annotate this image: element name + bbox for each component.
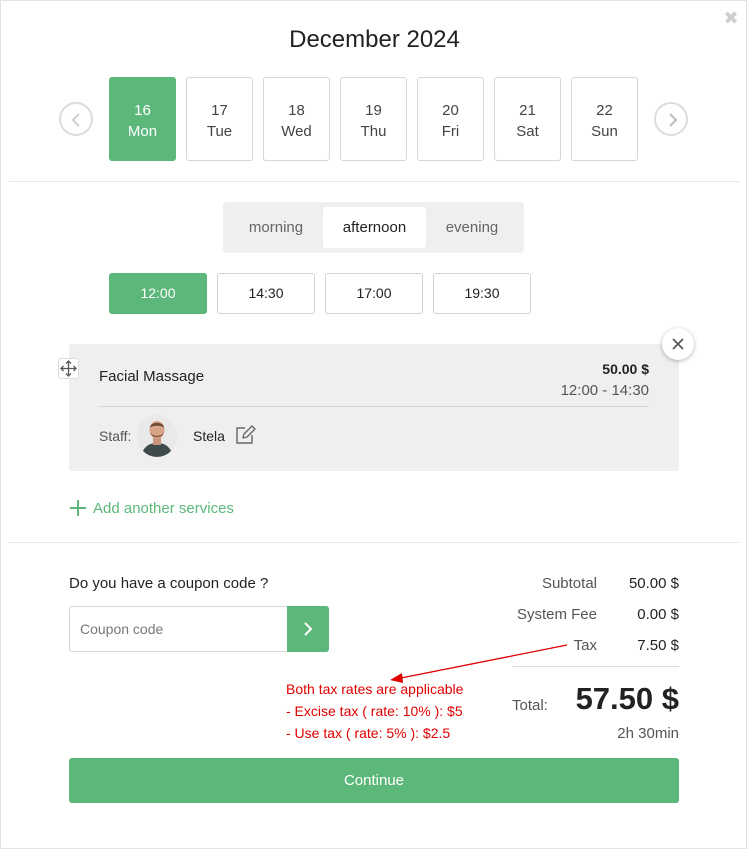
staff-label: Staff:	[99, 428, 132, 444]
move-icon[interactable]	[58, 358, 79, 379]
close-icon	[672, 338, 684, 350]
system-fee-value: 0.00 $	[637, 606, 679, 623]
day-21[interactable]: 21 Sat	[494, 77, 561, 161]
day-number: 17	[211, 102, 228, 119]
next-week-button[interactable]	[654, 102, 688, 136]
divider	[99, 406, 649, 407]
tax-note-line: Both tax rates are applicable	[286, 681, 464, 697]
tax-note-line: - Use tax ( rate: 5% ): $2.5	[286, 725, 451, 741]
total-value: 57.50 $	[575, 681, 679, 716]
time-slot-1200[interactable]: 12:00	[109, 273, 207, 314]
day-weekday: Fri	[441, 123, 460, 140]
month-title: December 2024	[289, 26, 460, 53]
tab-afternoon[interactable]: afternoon	[323, 207, 426, 248]
day-weekday: Sun	[591, 123, 618, 140]
service-price: 50.00 $	[602, 361, 649, 377]
divider	[9, 542, 740, 543]
day-16[interactable]: 16 Mon	[109, 77, 176, 161]
tax-value: 7.50 $	[637, 637, 679, 654]
day-22[interactable]: 22 Sun	[571, 77, 638, 161]
day-number: 22	[596, 102, 613, 119]
day-19[interactable]: 19 Thu	[340, 77, 407, 161]
day-number: 20	[442, 102, 459, 119]
close-icon[interactable]: ✖	[722, 9, 740, 27]
total-label: Total:	[512, 697, 548, 714]
divider	[512, 666, 679, 667]
coupon-input[interactable]	[69, 606, 288, 652]
chevron-right-icon	[669, 113, 678, 127]
day-number: 18	[288, 102, 305, 119]
tax-note-line: - Excise tax ( rate: 10% ): $5	[286, 703, 463, 719]
apply-coupon-button[interactable]	[287, 606, 329, 652]
edit-icon[interactable]	[234, 424, 256, 446]
duration: 2h 30min	[617, 725, 679, 742]
chevron-right-icon	[304, 622, 313, 636]
prev-week-button[interactable]	[59, 102, 93, 136]
add-service-link[interactable]: Add another services	[69, 497, 234, 519]
day-weekday: Thu	[360, 123, 387, 140]
staff-name: Stela	[193, 428, 225, 444]
chevron-left-icon	[71, 113, 80, 127]
avatar	[137, 415, 177, 457]
divider	[9, 181, 740, 182]
tab-evening[interactable]: evening	[427, 207, 517, 248]
day-17[interactable]: 17 Tue	[186, 77, 253, 161]
day-weekday: Wed	[281, 123, 312, 140]
day-20[interactable]: 20 Fri	[417, 77, 484, 161]
tab-morning[interactable]: morning	[230, 207, 322, 248]
subtotal-value: 50.00 $	[628, 575, 679, 592]
day-18[interactable]: 18 Wed	[263, 77, 330, 161]
continue-button[interactable]: Continue	[69, 758, 679, 803]
add-service-label: Add another services	[93, 499, 234, 517]
period-tabs: morning afternoon evening	[223, 202, 524, 253]
plus-icon	[70, 500, 86, 516]
service-time-range: 12:00 - 14:30	[560, 382, 649, 399]
day-weekday: Sat	[516, 123, 539, 140]
remove-service-button[interactable]	[662, 328, 694, 360]
service-name: Facial Massage	[99, 368, 205, 385]
booking-modal: ✖ December 2024 16 Mon 17 Tue 18 Wed 19 …	[0, 0, 747, 849]
day-number: 19	[365, 102, 382, 119]
coupon-question: Do you have a coupon code ?	[69, 575, 269, 592]
day-number: 16	[134, 102, 151, 119]
day-weekday: Mon	[127, 123, 158, 140]
time-slot-1430[interactable]: 14:30	[217, 273, 315, 314]
day-number: 21	[519, 102, 536, 119]
day-weekday: Tue	[206, 123, 233, 140]
time-slot-1700[interactable]: 17:00	[325, 273, 423, 314]
time-slot-1930[interactable]: 19:30	[433, 273, 531, 314]
